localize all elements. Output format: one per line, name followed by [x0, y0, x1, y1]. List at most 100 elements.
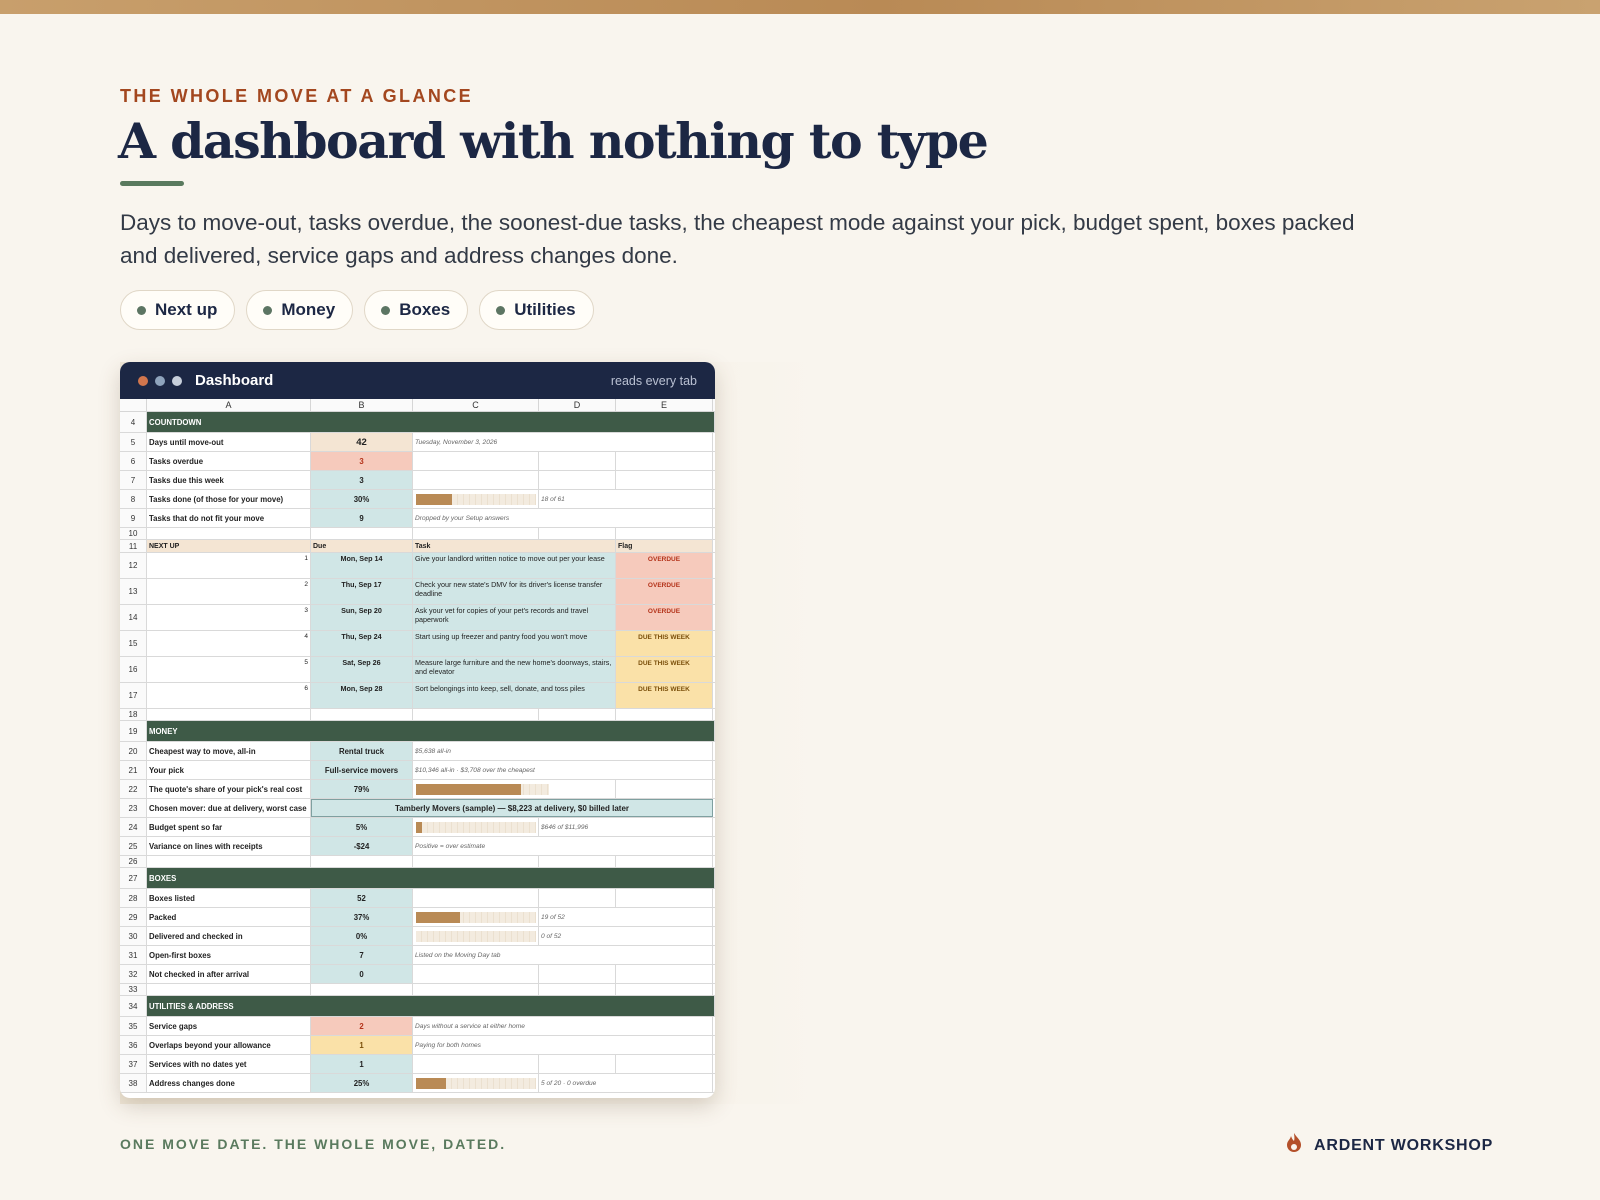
- cell-note[interactable]: Tuesday, November 3, 2026: [413, 433, 713, 451]
- chip-next-up[interactable]: Next up: [120, 290, 236, 330]
- cell[interactable]: [413, 471, 539, 489]
- cell-value[interactable]: Full-service movers: [311, 761, 413, 779]
- footer-brand[interactable]: ARDENT WORKSHOP: [1284, 1132, 1493, 1159]
- cell-value[interactable]: 0%: [311, 927, 413, 945]
- cell-note[interactable]: $10,346 all-in · $3,708 over the cheapes…: [413, 761, 713, 779]
- cell-note[interactable]: 18 of 61: [539, 490, 713, 508]
- cell[interactable]: [616, 471, 713, 489]
- cell[interactable]: [539, 965, 616, 983]
- cell-label[interactable]: Packed: [147, 908, 311, 926]
- cell[interactable]: [413, 965, 539, 983]
- cell[interactable]: [413, 889, 539, 907]
- cell-value[interactable]: 52: [311, 889, 413, 907]
- cell-value[interactable]: -$24: [311, 837, 413, 855]
- cell[interactable]: [413, 1055, 539, 1073]
- cell-note[interactable]: $5,638 all-in: [413, 742, 713, 760]
- cell-note[interactable]: Days without a service at either home: [413, 1017, 713, 1035]
- task-flag[interactable]: DUE THIS WEEK: [616, 657, 713, 682]
- cell-value[interactable]: 79%: [311, 780, 413, 798]
- task-flag[interactable]: DUE THIS WEEK: [616, 683, 713, 708]
- cell-label[interactable]: Tasks due this week: [147, 471, 311, 489]
- progress-cell[interactable]: [413, 818, 539, 836]
- task-flag[interactable]: DUE THIS WEEK: [616, 631, 713, 656]
- progress-cell[interactable]: [413, 780, 616, 798]
- cell[interactable]: [413, 452, 539, 470]
- task-rank[interactable]: 2: [147, 579, 311, 604]
- chip-boxes[interactable]: Boxes: [364, 290, 469, 330]
- cell-label[interactable]: Chosen mover: due at delivery, worst cas…: [147, 799, 311, 817]
- task-flag[interactable]: OVERDUE: [616, 579, 713, 604]
- cell-note[interactable]: Positive = over estimate: [413, 837, 713, 855]
- task-rank[interactable]: 6: [147, 683, 311, 708]
- cell-label[interactable]: Overlaps beyond your allowance: [147, 1036, 311, 1054]
- cell-value[interactable]: 3: [311, 452, 413, 470]
- cell-label[interactable]: Open-first boxes: [147, 946, 311, 964]
- cell-value[interactable]: 3: [311, 471, 413, 489]
- chip-money[interactable]: Money: [246, 290, 354, 330]
- cell[interactable]: [616, 965, 713, 983]
- task-rank[interactable]: 5: [147, 657, 311, 682]
- cell-label[interactable]: Variance on lines with receipts: [147, 837, 311, 855]
- task-due[interactable]: Sun, Sep 20: [311, 605, 413, 630]
- cell[interactable]: [539, 889, 616, 907]
- cell[interactable]: [539, 471, 616, 489]
- task-text[interactable]: Sort belongings into keep, sell, donate,…: [413, 683, 616, 708]
- cell-label[interactable]: Tasks done (of those for your move): [147, 490, 311, 508]
- cell-label[interactable]: Budget spent so far: [147, 818, 311, 836]
- task-rank[interactable]: 3: [147, 605, 311, 630]
- task-due[interactable]: Sat, Sep 26: [311, 657, 413, 682]
- column-header[interactable]: C: [413, 399, 539, 411]
- task-due[interactable]: Mon, Sep 28: [311, 683, 413, 708]
- cell-value[interactable]: 30%: [311, 490, 413, 508]
- progress-cell[interactable]: [413, 908, 539, 926]
- cell-label[interactable]: Tasks that do not fit your move: [147, 509, 311, 527]
- column-header[interactable]: D: [539, 399, 616, 411]
- task-flag[interactable]: OVERDUE: [616, 605, 713, 630]
- task-text[interactable]: Ask your vet for copies of your pet's re…: [413, 605, 616, 630]
- cell-label[interactable]: Cheapest way to move, all-in: [147, 742, 311, 760]
- task-due[interactable]: Thu, Sep 24: [311, 631, 413, 656]
- cell-value[interactable]: 1: [311, 1055, 413, 1073]
- task-rank[interactable]: 4: [147, 631, 311, 656]
- progress-cell[interactable]: [413, 490, 539, 508]
- cell-value[interactable]: 9: [311, 509, 413, 527]
- cell-label[interactable]: Service gaps: [147, 1017, 311, 1035]
- cell-value[interactable]: 25%: [311, 1074, 413, 1092]
- column-header[interactable]: A: [147, 399, 311, 411]
- cell-note[interactable]: 19 of 52: [539, 908, 713, 926]
- task-due[interactable]: Mon, Sep 14: [311, 553, 413, 578]
- cell[interactable]: [616, 889, 713, 907]
- progress-cell[interactable]: [413, 927, 539, 945]
- cell-value[interactable]: 7: [311, 946, 413, 964]
- cell[interactable]: [616, 780, 713, 798]
- cell-label[interactable]: The quote's share of your pick's real co…: [147, 780, 311, 798]
- cell-label[interactable]: Delivered and checked in: [147, 927, 311, 945]
- cell-note[interactable]: Dropped by your Setup answers: [413, 509, 713, 527]
- cell-label[interactable]: Services with no dates yet: [147, 1055, 311, 1073]
- task-text[interactable]: Check your new state's DMV for its drive…: [413, 579, 616, 604]
- cell-value[interactable]: 2: [311, 1017, 413, 1035]
- cell-value[interactable]: 42: [311, 433, 413, 451]
- cell-label[interactable]: Your pick: [147, 761, 311, 779]
- cell[interactable]: [539, 1055, 616, 1073]
- cell-label[interactable]: Address changes done: [147, 1074, 311, 1092]
- cell-value[interactable]: 37%: [311, 908, 413, 926]
- task-text[interactable]: Give your landlord written notice to mov…: [413, 553, 616, 578]
- cell-label[interactable]: Tasks overdue: [147, 452, 311, 470]
- spreadsheet[interactable]: A B C D E 4 COUNTDOWN 5 Days until move-o…: [120, 399, 715, 1093]
- column-header[interactable]: E: [616, 399, 713, 411]
- cell-value[interactable]: 5%: [311, 818, 413, 836]
- cell-note[interactable]: Paying for both homes: [413, 1036, 713, 1054]
- cell-value[interactable]: 0: [311, 965, 413, 983]
- cell-note[interactable]: 5 of 20 · 0 overdue: [539, 1074, 713, 1092]
- cell-value[interactable]: Rental truck: [311, 742, 413, 760]
- cell-note[interactable]: 0 of 52: [539, 927, 713, 945]
- cell-label[interactable]: Not checked in after arrival: [147, 965, 311, 983]
- chip-utilities[interactable]: Utilities: [479, 290, 594, 330]
- cell-note[interactable]: Listed on the Moving Day tab: [413, 946, 713, 964]
- cell-label[interactable]: Boxes listed: [147, 889, 311, 907]
- task-rank[interactable]: 1: [147, 553, 311, 578]
- task-text[interactable]: Measure large furniture and the new home…: [413, 657, 616, 682]
- cell[interactable]: [616, 1055, 713, 1073]
- column-header[interactable]: B: [311, 399, 413, 411]
